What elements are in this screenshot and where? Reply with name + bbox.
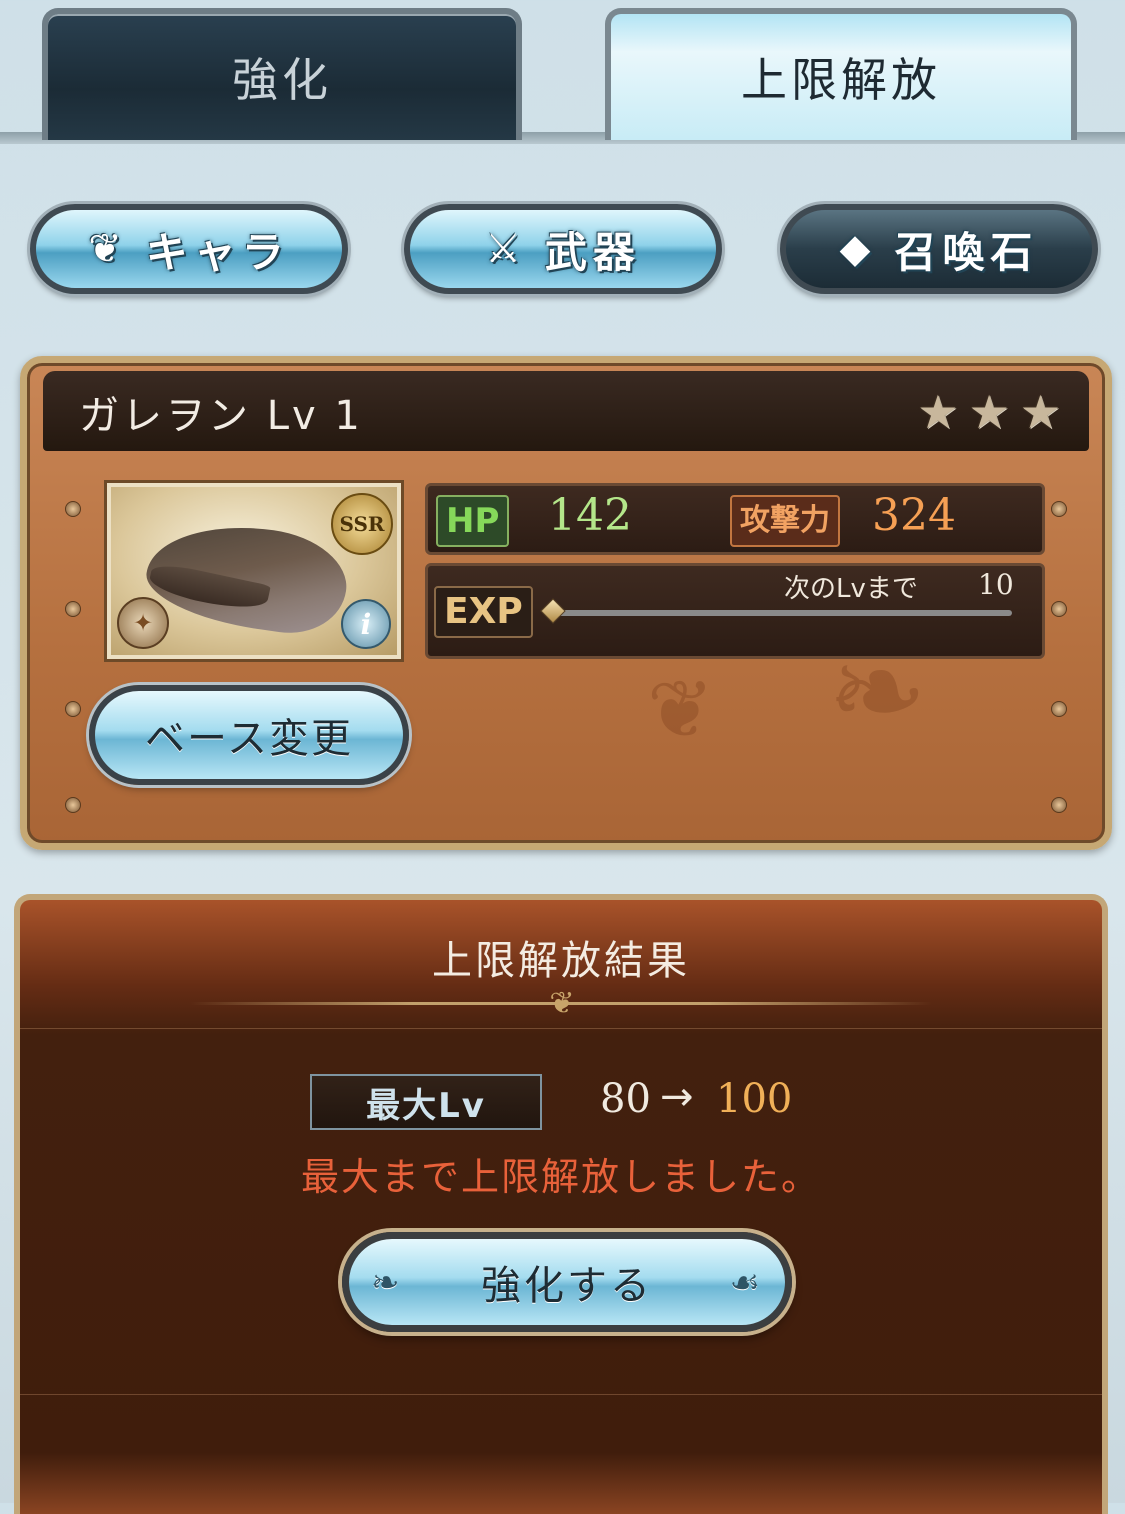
- tab-limit-break[interactable]: 上限解放: [605, 8, 1077, 140]
- stats-row: HP 142 攻撃力 324: [425, 483, 1045, 555]
- flourish-icon: ☙: [729, 1263, 763, 1303]
- weapon-category-label: 武器: [544, 227, 641, 277]
- info-icon[interactable]: i: [341, 599, 391, 649]
- element-icon: ✦: [117, 597, 169, 649]
- rivet: [65, 797, 81, 813]
- crystal-icon: ◆: [839, 226, 877, 272]
- attack-value: 324: [872, 490, 956, 541]
- flourish-icon: ❧: [371, 1263, 403, 1303]
- character-portrait[interactable]: SSR ✦ i: [107, 483, 401, 659]
- exp-bar-marker: [540, 598, 566, 624]
- rivet: [65, 501, 81, 517]
- result-title: 上限解放結果: [432, 938, 690, 984]
- rivet: [1051, 701, 1067, 717]
- hp-value: 142: [548, 490, 632, 541]
- title-ornament-icon: ❦: [549, 986, 575, 1021]
- star-icon: ★: [968, 385, 1010, 439]
- enhance-button[interactable]: ❧ 強化する ☙: [342, 1232, 792, 1332]
- max-level-to: 100: [716, 1076, 793, 1122]
- character-category-button[interactable]: ❦ キャラ: [30, 204, 348, 294]
- crossed-weapons-icon: ⚔: [485, 226, 527, 272]
- enhance-button-label: 強化する: [481, 1263, 653, 1309]
- exp-row: EXP 次のLvまで 10: [425, 563, 1045, 659]
- rivet: [1051, 501, 1067, 517]
- rivet: [1051, 797, 1067, 813]
- rivet: [65, 601, 81, 617]
- exp-bar: [556, 610, 1012, 616]
- character-panel: ❧ ❦ ガレヲン Lv 1 ★ ★ ★ SSR ✦ i HP 142 攻撃力 3…: [20, 356, 1112, 850]
- next-level-exp: 10: [978, 568, 1014, 601]
- next-level-label: 次のLvまで: [784, 574, 918, 604]
- star-icon: ★: [917, 385, 959, 439]
- divider: [20, 1394, 1102, 1395]
- rivet: [65, 701, 81, 717]
- limit-break-result-panel: 上限解放結果 ❦ 最大Lv 80 → 100 最大まで上限解放しました。 ❧ 強…: [14, 894, 1108, 1514]
- hp-label: HP: [436, 495, 510, 547]
- summon-category-button[interactable]: ◆ 召喚石: [780, 204, 1098, 294]
- character-category-label: キャラ: [145, 227, 290, 277]
- base-change-button[interactable]: ベース変更: [89, 685, 409, 785]
- star-icon: ★: [1019, 385, 1061, 439]
- tab-enhance[interactable]: 強化: [42, 8, 522, 140]
- max-level-from: 80: [600, 1076, 651, 1122]
- rivet: [1051, 601, 1067, 617]
- ornament-swirl: ❦: [647, 663, 715, 756]
- max-level-label: 最大Lv: [310, 1074, 542, 1130]
- summon-category-label: 召喚石: [894, 227, 1039, 277]
- attack-label: 攻撃力: [730, 495, 840, 547]
- character-header: ガレヲン Lv 1 ★ ★ ★: [43, 371, 1089, 451]
- arrow-icon: →: [660, 1074, 694, 1120]
- ssr-rarity-badge: SSR: [331, 493, 393, 555]
- exp-label: EXP: [434, 586, 533, 638]
- weapon-category-button[interactable]: ⚔ 武器: [404, 204, 722, 294]
- winged-emblem-icon: ❦: [88, 226, 128, 272]
- divider: [20, 1028, 1102, 1029]
- character-name: ガレヲン Lv 1: [79, 393, 363, 439]
- result-message: 最大まで上限解放しました。: [300, 1155, 821, 1199]
- rarity-stars: ★ ★ ★: [917, 385, 1061, 439]
